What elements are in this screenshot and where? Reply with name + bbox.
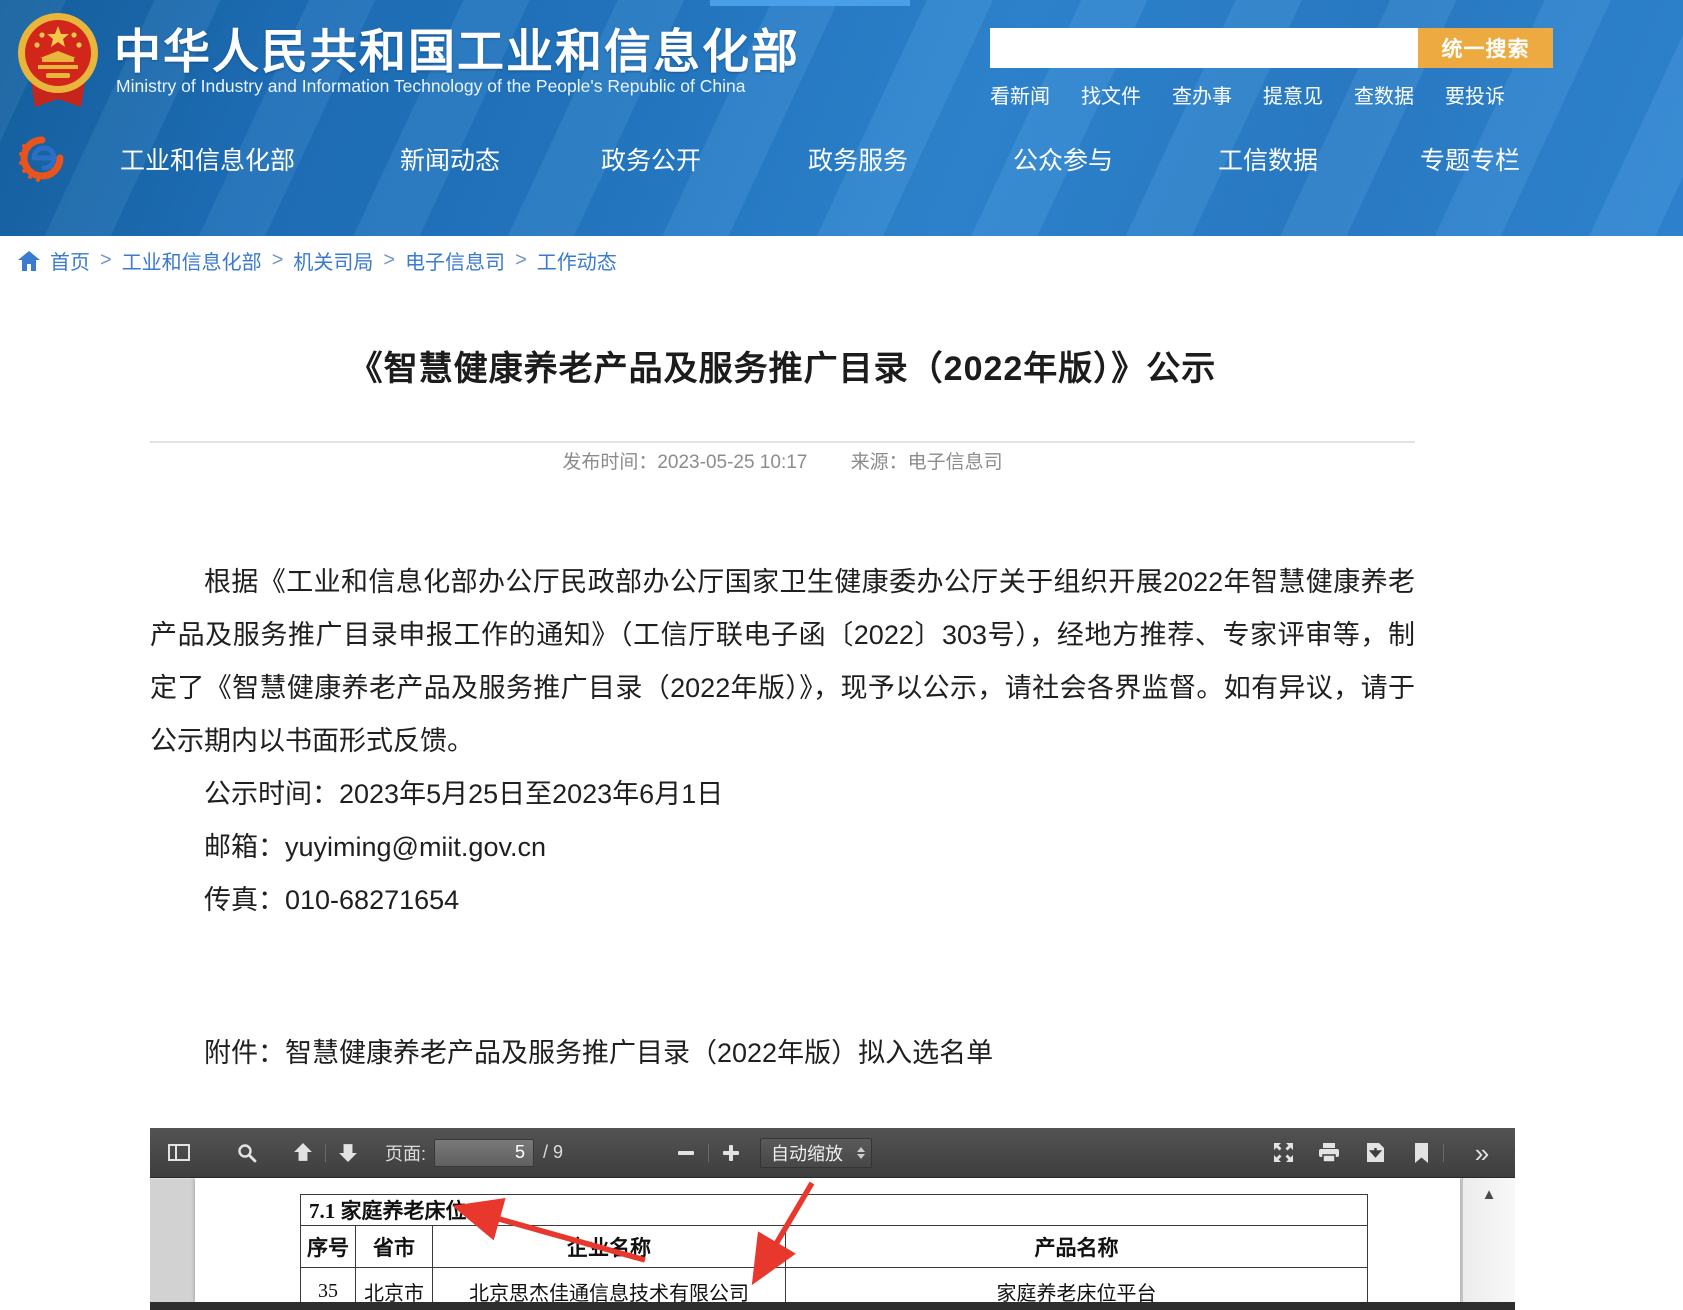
zoom-out-icon[interactable] [671, 1136, 701, 1170]
attachment-line: 附件：智慧健康养老产品及服务推广目录（2022年版）拟入选名单 [150, 1027, 1415, 1080]
col-header-company: 企业名称 [433, 1226, 786, 1268]
presentation-mode-icon[interactable] [1268, 1136, 1298, 1170]
zoom-in-icon[interactable] [716, 1136, 746, 1170]
breadcrumb-electronic-info[interactable]: 电子信息司 [405, 246, 505, 275]
banner-accent-strip [710, 0, 910, 6]
publish-time: 2023-05-25 10:17 [657, 452, 807, 473]
search-icon[interactable] [232, 1136, 262, 1170]
table-row: 35 北京市 北京思杰佳通信息技术有限公司 家庭养老床位平台 [301, 1268, 1368, 1303]
fax-line: 传真：010-68271654 [150, 874, 1415, 927]
next-page-icon[interactable] [333, 1136, 363, 1170]
col-header-index: 序号 [301, 1226, 356, 1268]
zoom-select-value: 自动缩放 [771, 1140, 853, 1166]
page-label: 页面: [385, 1140, 426, 1166]
more-tools-glyph: » [1475, 1140, 1489, 1166]
quick-link-files[interactable]: 找文件 [1081, 80, 1141, 109]
title-divider [150, 441, 1415, 443]
zoom-controls: 自动缩放 [671, 1136, 872, 1170]
breadcrumb-separator: > [515, 249, 527, 272]
page-number-input[interactable] [434, 1139, 534, 1167]
page-total: / 9 [543, 1142, 563, 1163]
quick-link-feedback[interactable]: 提意见 [1263, 80, 1323, 109]
table-section-row: 7.1 家庭养老床位 [301, 1195, 1368, 1226]
zoom-select[interactable]: 自动缩放 [760, 1138, 872, 1168]
publish-time-label: 发布时间： [562, 452, 657, 473]
breadcrumb-departments[interactable]: 机关司局 [293, 246, 373, 275]
toolbar-right-group: » [1252, 1136, 1497, 1170]
breadcrumb-separator: > [100, 249, 112, 272]
search-bar: 统一搜索 [990, 28, 1553, 68]
nav-item-miit-data[interactable]: 工信数据 [1218, 141, 1318, 177]
nav-item-miit[interactable]: 工业和信息化部 [120, 141, 295, 177]
cell-province: 北京市 [356, 1268, 433, 1303]
pdf-toolbar: 页面: / 9 自动缩放 [150, 1128, 1515, 1178]
scroll-up-icon[interactable]: ▲ [1463, 1186, 1515, 1203]
home-icon[interactable] [18, 251, 40, 271]
article-paragraph: 根据《工业和信息化部办公厅民政部办公厅国家卫生健康委办公厅关于组织开展2022年… [150, 556, 1415, 768]
nav-item-gov-open[interactable]: 政务公开 [601, 141, 701, 177]
email-line: 邮箱：yuyiming@miit.gov.cn [150, 821, 1415, 874]
quick-link-news[interactable]: 看新闻 [990, 80, 1050, 109]
download-icon[interactable] [1360, 1136, 1390, 1170]
nav-item-gov-service[interactable]: 政务服务 [808, 141, 908, 177]
cell-product: 家庭养老床位平台 [786, 1268, 1368, 1303]
article-meta: 发布时间：2023-05-25 10:17 来源：电子信息司 [150, 447, 1415, 474]
source-label: 来源： [851, 452, 908, 473]
toolbar-divider [708, 1144, 709, 1162]
pdf-scrollbar[interactable]: ▲ [1462, 1178, 1515, 1302]
previous-page-icon[interactable] [288, 1136, 318, 1170]
breadcrumb: 首页 > 工业和信息化部 > 机关司局 > 电子信息司 > 工作动态 [18, 246, 617, 275]
more-tools-icon[interactable]: » [1467, 1136, 1497, 1170]
pdf-bottom-edge [150, 1302, 1515, 1310]
bookmark-icon[interactable] [1406, 1136, 1436, 1170]
col-header-product: 产品名称 [786, 1226, 1368, 1268]
site-title: 中华人民共和国工业和信息化部 [114, 13, 800, 82]
page-title: 《智慧健康养老产品及服务推广目录（2022年版）》公示 [150, 341, 1415, 390]
quick-link-data[interactable]: 查数据 [1354, 80, 1414, 109]
site-banner: 中华人民共和国工业和信息化部 Ministry of Industry and … [0, 0, 1683, 236]
toolbar-divider [1443, 1144, 1444, 1162]
national-emblem-icon [12, 4, 104, 116]
quick-link-complaint[interactable]: 要投诉 [1445, 80, 1505, 109]
toolbar-divider [325, 1144, 326, 1162]
breadcrumb-home[interactable]: 首页 [50, 246, 90, 275]
miit-swirl-logo-icon [18, 132, 66, 184]
sidebar-toggle-icon[interactable] [164, 1136, 194, 1170]
nav-item-news[interactable]: 新闻动态 [400, 141, 500, 177]
site-subtitle: Ministry of Industry and Information Tec… [116, 76, 745, 97]
breadcrumb-work-updates[interactable]: 工作动态 [537, 246, 617, 275]
nav-item-special-columns[interactable]: 专题专栏 [1420, 141, 1520, 177]
table-header-row: 序号 省市 企业名称 产品名称 [301, 1226, 1368, 1268]
col-header-province: 省市 [356, 1226, 433, 1268]
page: { "banner": { "site_title": "中华人民共和国工业和信… [0, 0, 1683, 1310]
publicity-period-line: 公示时间：2023年5月25日至2023年6月1日 [150, 768, 1415, 821]
unified-search-button[interactable]: 统一搜索 [1418, 28, 1553, 68]
search-input[interactable] [990, 28, 1418, 68]
select-arrows-icon [857, 1147, 865, 1159]
section-title: 7.1 家庭养老床位 [301, 1195, 1368, 1226]
quick-links: 看新闻 找文件 查办事 提意见 查数据 要投诉 [990, 80, 1505, 109]
pdf-content-area: 7.1 家庭养老床位 序号 省市 企业名称 产品名称 35 北京市 北京思杰佳通… [150, 1178, 1515, 1302]
breadcrumb-separator: > [383, 249, 395, 272]
quick-link-services[interactable]: 查办事 [1172, 80, 1232, 109]
cell-index: 35 [301, 1268, 356, 1303]
breadcrumb-separator: > [272, 249, 284, 272]
article-body: 根据《工业和信息化部办公厅民政部办公厅国家卫生健康委办公厅关于组织开展2022年… [150, 556, 1415, 1080]
nav-item-participation[interactable]: 公众参与 [1013, 141, 1113, 177]
pdf-page: 7.1 家庭养老床位 序号 省市 企业名称 产品名称 35 北京市 北京思杰佳通… [195, 1178, 1460, 1302]
source: 电子信息司 [908, 452, 1003, 473]
breadcrumb-miit[interactable]: 工业和信息化部 [122, 246, 262, 275]
cell-company: 北京思杰佳通信息技术有限公司 [433, 1268, 786, 1303]
pdf-viewer: 页面: / 9 自动缩放 [150, 1128, 1515, 1310]
print-icon[interactable] [1314, 1136, 1344, 1170]
pdf-table: 7.1 家庭养老床位 序号 省市 企业名称 产品名称 35 北京市 北京思杰佳通… [300, 1194, 1368, 1302]
